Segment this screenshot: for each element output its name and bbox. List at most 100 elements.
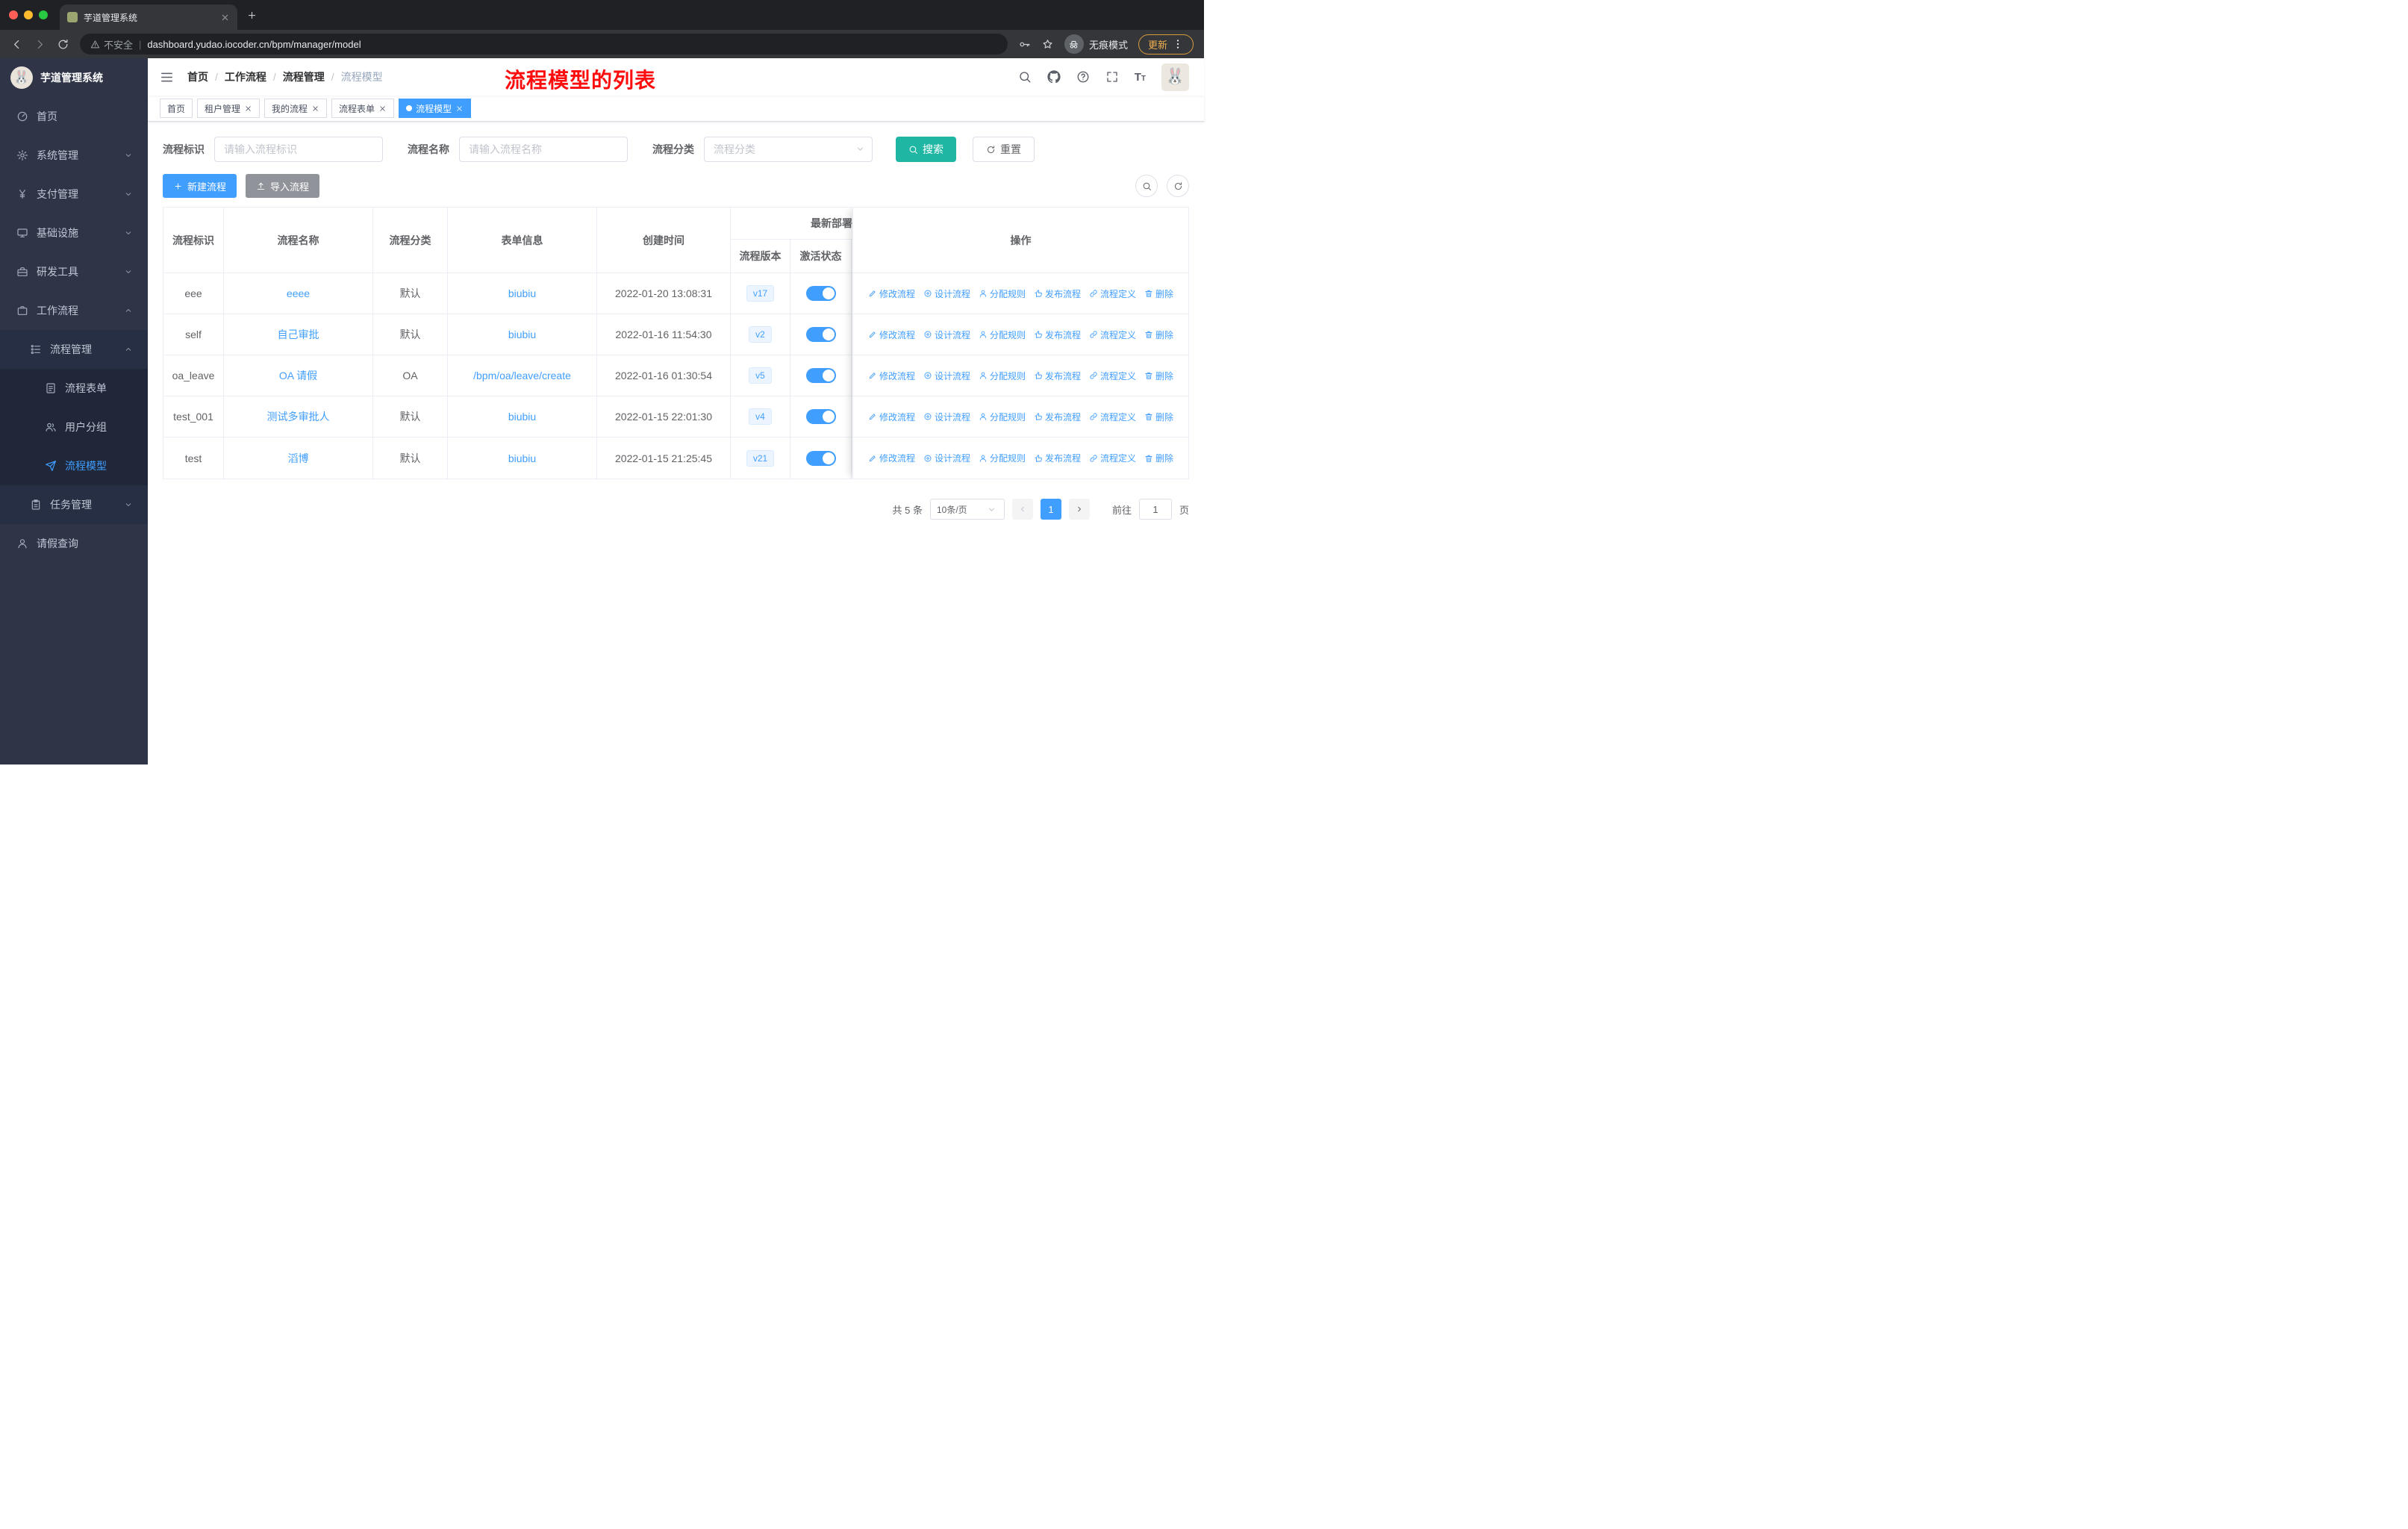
new-tab-button[interactable]: [246, 10, 258, 21]
breadcrumb-item[interactable]: 工作流程: [225, 69, 266, 84]
bookmark-star-icon[interactable]: [1041, 38, 1054, 51]
security-indicator[interactable]: 不安全: [90, 37, 133, 52]
action-definition[interactable]: 流程定义: [1089, 452, 1136, 464]
action-publish[interactable]: 发布流程: [1034, 287, 1081, 300]
sidebar-item-system-mgmt[interactable]: 系统管理: [0, 136, 148, 175]
action-definition[interactable]: 流程定义: [1089, 411, 1136, 423]
app-logo[interactable]: 🐰 芋道管理系统: [0, 58, 148, 97]
prev-page-button[interactable]: [1011, 499, 1033, 520]
toggle-search-button[interactable]: [1135, 175, 1158, 197]
cell-form-info[interactable]: biubiu: [448, 273, 597, 314]
tag-close-icon[interactable]: [311, 105, 319, 113]
tab-close-icon[interactable]: [220, 13, 230, 22]
cell-process-name[interactable]: 测试多审批人: [224, 396, 373, 437]
action-edit[interactable]: 修改流程: [868, 411, 915, 423]
action-definition[interactable]: 流程定义: [1089, 370, 1136, 382]
cell-process-name[interactable]: eeee: [224, 273, 373, 314]
sidebar-item-process-model[interactable]: 流程模型: [0, 446, 148, 485]
action-design[interactable]: 设计流程: [923, 370, 970, 382]
tag-close-icon[interactable]: [378, 105, 387, 113]
sidebar-item-home[interactable]: 首页: [0, 97, 148, 136]
tag-process-model[interactable]: 流程模型: [399, 99, 472, 118]
action-assign-rule[interactable]: 分配规则: [979, 452, 1026, 464]
filter-input-name[interactable]: [459, 137, 628, 162]
create-process-button[interactable]: 新建流程: [163, 174, 237, 198]
close-window-button[interactable]: [9, 10, 18, 19]
cell-process-name[interactable]: 滔博: [224, 437, 373, 479]
action-definition[interactable]: 流程定义: [1089, 287, 1136, 300]
address-bar[interactable]: 不安全 | dashboard.yudao.iocoder.cn/bpm/man…: [80, 34, 1008, 55]
help-icon[interactable]: [1076, 70, 1090, 84]
action-design[interactable]: 设计流程: [923, 287, 970, 300]
active-toggle[interactable]: [805, 409, 836, 424]
tag-my-process[interactable]: 我的流程: [264, 99, 328, 118]
next-page-button[interactable]: [1068, 499, 1090, 520]
action-assign-rule[interactable]: 分配规则: [979, 370, 1026, 382]
action-delete[interactable]: 删除: [1144, 328, 1173, 341]
import-process-button[interactable]: 导入流程: [246, 174, 320, 198]
update-button[interactable]: 更新: [1138, 34, 1194, 55]
goto-page-input[interactable]: [1138, 499, 1172, 520]
sidebar-item-process-mgmt[interactable]: 流程管理: [0, 330, 148, 369]
browser-menu-icon[interactable]: [1172, 38, 1184, 50]
action-delete[interactable]: 删除: [1144, 411, 1173, 423]
password-key-icon[interactable]: [1018, 38, 1031, 51]
page-size-select[interactable]: 10条/页: [929, 499, 1005, 520]
breadcrumb-item[interactable]: 流程管理: [283, 69, 325, 84]
active-toggle[interactable]: [805, 450, 836, 466]
action-assign-rule[interactable]: 分配规则: [979, 328, 1026, 341]
sidebar-item-process-form[interactable]: 流程表单: [0, 369, 148, 408]
action-edit[interactable]: 修改流程: [868, 328, 915, 341]
action-definition[interactable]: 流程定义: [1089, 328, 1136, 341]
sidebar-item-leave-query[interactable]: 请假查询: [0, 524, 148, 563]
sidebar-item-infrastructure[interactable]: 基础设施: [0, 214, 148, 252]
sidebar-item-task-mgmt[interactable]: 任务管理: [0, 485, 148, 524]
hamburger-icon[interactable]: [160, 70, 174, 84]
search-button[interactable]: 搜索: [896, 137, 956, 162]
action-publish[interactable]: 发布流程: [1034, 452, 1081, 464]
tag-process-form[interactable]: 流程表单: [331, 99, 395, 118]
active-toggle[interactable]: [805, 327, 836, 342]
active-toggle[interactable]: [805, 368, 836, 383]
tag-close-icon[interactable]: [244, 105, 252, 113]
cell-form-info[interactable]: biubiu: [448, 437, 597, 479]
back-button[interactable]: [10, 38, 23, 51]
cell-form-info[interactable]: /bpm/oa/leave/create: [448, 355, 597, 396]
sidebar-item-workflow[interactable]: 工作流程: [0, 291, 148, 330]
sidebar-item-user-group[interactable]: 用户分组: [0, 408, 148, 446]
active-toggle[interactable]: [805, 286, 836, 301]
sidebar-item-dev-tools[interactable]: 研发工具: [0, 252, 148, 291]
action-design[interactable]: 设计流程: [923, 328, 970, 341]
reset-button[interactable]: 重置: [973, 137, 1035, 162]
refresh-table-button[interactable]: [1167, 175, 1189, 197]
minimize-window-button[interactable]: [24, 10, 33, 19]
tag-close-icon[interactable]: [455, 105, 464, 113]
cell-process-name[interactable]: OA 请假: [224, 355, 373, 396]
browser-tab[interactable]: 芋道管理系统: [60, 4, 237, 30]
font-size-icon[interactable]: TT: [1135, 71, 1146, 84]
action-delete[interactable]: 删除: [1144, 287, 1173, 300]
action-publish[interactable]: 发布流程: [1034, 370, 1081, 382]
tag-tenant-mgmt[interactable]: 租户管理: [197, 99, 261, 118]
fullscreen-icon[interactable]: [1105, 70, 1119, 84]
breadcrumb-item[interactable]: 首页: [187, 69, 208, 84]
action-design[interactable]: 设计流程: [923, 411, 970, 423]
cell-form-info[interactable]: biubiu: [448, 396, 597, 437]
action-design[interactable]: 设计流程: [923, 452, 970, 464]
sidebar-item-payment-mgmt[interactable]: 支付管理: [0, 175, 148, 214]
reload-button[interactable]: [57, 38, 69, 51]
zoom-window-button[interactable]: [39, 10, 48, 19]
action-delete[interactable]: 删除: [1144, 370, 1173, 382]
action-edit[interactable]: 修改流程: [868, 370, 915, 382]
action-edit[interactable]: 修改流程: [868, 287, 915, 300]
tag-home[interactable]: 首页: [160, 99, 193, 118]
action-delete[interactable]: 删除: [1144, 452, 1173, 464]
user-avatar[interactable]: 🐰: [1161, 63, 1189, 91]
github-icon[interactable]: [1047, 70, 1061, 84]
cell-process-name[interactable]: 自己审批: [224, 314, 373, 355]
action-publish[interactable]: 发布流程: [1034, 328, 1081, 341]
cell-form-info[interactable]: biubiu: [448, 314, 597, 355]
current-page[interactable]: 1: [1040, 499, 1061, 520]
forward-button[interactable]: [34, 38, 46, 51]
action-assign-rule[interactable]: 分配规则: [979, 411, 1026, 423]
